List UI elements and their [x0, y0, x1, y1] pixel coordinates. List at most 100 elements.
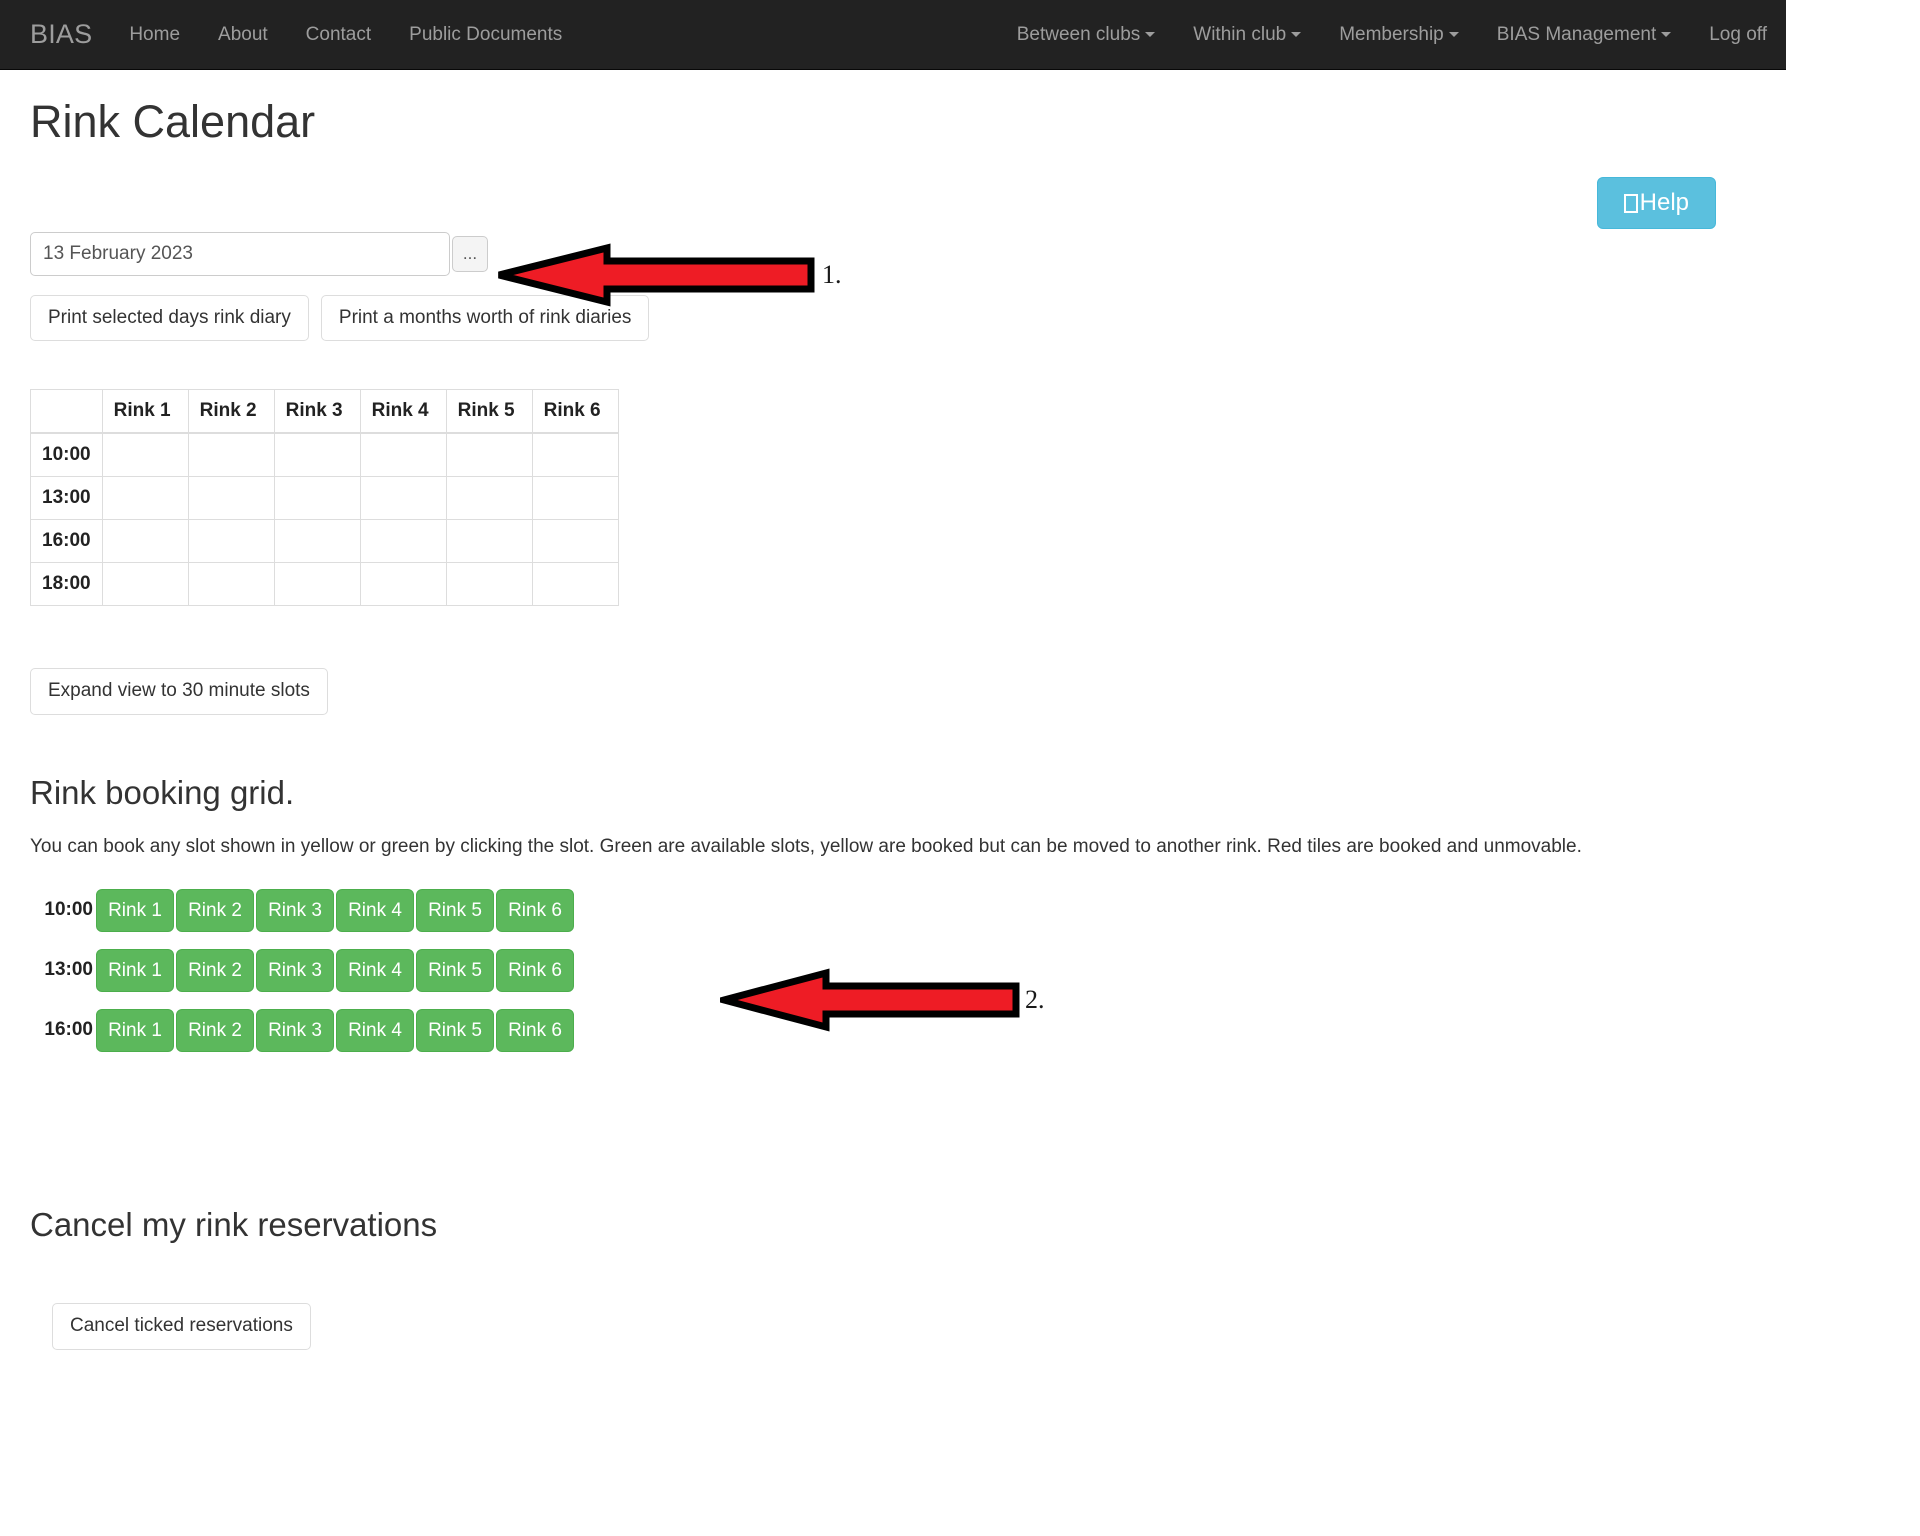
- booking-grid-time-16-00: 16:00: [44, 1019, 93, 1041]
- table-cell[interactable]: [187, 519, 275, 564]
- slot-16-00-rink-5[interactable]: Rink 5: [416, 1008, 494, 1052]
- slot-10-00-rink-4[interactable]: Rink 4: [336, 888, 414, 932]
- table-row: 16:00: [30, 519, 619, 564]
- booking-grid-time-13-00: 13:00: [44, 959, 93, 981]
- table-cell[interactable]: [531, 476, 619, 521]
- table-row: 18:00: [30, 562, 619, 607]
- slot-10-00-rink-5[interactable]: Rink 5: [416, 888, 494, 932]
- table-col-header-rink-6: Rink 6: [531, 389, 619, 435]
- nav-item-public-documents[interactable]: Public Documents: [390, 0, 581, 70]
- date-picker-ellipsis-button[interactable]: ...: [452, 235, 488, 272]
- slot-16-00-rink-1[interactable]: Rink 1: [96, 1008, 174, 1052]
- nav-item-log-off[interactable]: Log off: [1690, 0, 1786, 70]
- table-cell[interactable]: [359, 519, 447, 564]
- print-selected-day-button[interactable]: Print selected days rink diary: [30, 294, 309, 342]
- print-month-button[interactable]: Print a months worth of rink diaries: [320, 294, 650, 342]
- main-content: Rink Calendar Help ... Print selected da…: [0, 70, 1786, 1351]
- slot-13-00-rink-4[interactable]: Rink 4: [336, 948, 414, 992]
- table-cell[interactable]: [445, 562, 533, 607]
- table-cell[interactable]: [445, 519, 533, 564]
- navbar-left-group: BIAS Home About Contact Public Documents: [0, 0, 581, 70]
- table-cell[interactable]: [445, 476, 533, 521]
- rink-schedule-table: Rink 1 Rink 2 Rink 3 Rink 4 Rink 5 Rink …: [30, 389, 619, 607]
- cancel-button-row: Cancel ticked reservations: [30, 1303, 1756, 1351]
- print-buttons-row: Print selected days rink diary Print a m…: [30, 294, 1756, 342]
- table-cell[interactable]: [359, 476, 447, 521]
- slot-16-00-rink-6[interactable]: Rink 6: [496, 1008, 574, 1052]
- date-picker-row: ...: [30, 231, 1756, 276]
- table-cell[interactable]: [445, 432, 533, 478]
- slot-13-00-rink-3[interactable]: Rink 3: [256, 948, 334, 992]
- top-navbar: BIAS Home About Contact Public Documents…: [0, 0, 1786, 70]
- table-col-header-rink-4: Rink 4: [359, 389, 447, 435]
- cancel-ticked-reservations-button[interactable]: Cancel ticked reservations: [52, 1303, 311, 1351]
- booking-grid-description: You can book any slot shown in yellow or…: [30, 836, 1582, 858]
- missing-glyph-icon: [1623, 193, 1638, 213]
- table-cell[interactable]: [273, 519, 361, 564]
- nav-item-public-documents-label: Public Documents: [409, 24, 563, 45]
- slot-16-00-rink-3[interactable]: Rink 3: [256, 1008, 334, 1052]
- slot-10-00-rink-2[interactable]: Rink 2: [176, 888, 254, 932]
- help-button[interactable]: Help: [1596, 176, 1716, 229]
- nav-item-within-club-label: Within club: [1193, 24, 1287, 45]
- chevron-down-icon: [1145, 32, 1156, 37]
- table-header-row: Rink 1 Rink 2 Rink 3 Rink 4 Rink 5 Rink …: [30, 389, 619, 435]
- nav-item-contact[interactable]: Contact: [287, 0, 390, 70]
- rink-schedule-table-body: 10:00 13:00 16:00 18:00: [30, 432, 619, 607]
- nav-item-home[interactable]: Home: [110, 0, 199, 70]
- expand-view-button[interactable]: Expand view to 30 minute slots: [30, 668, 328, 716]
- slot-10-00-rink-6[interactable]: Rink 6: [496, 888, 574, 932]
- table-row-time-18-00: 18:00: [30, 562, 103, 607]
- table-cell[interactable]: [187, 432, 275, 478]
- table-row-time-16-00: 16:00: [30, 519, 103, 564]
- table-col-header-rink-1: Rink 1: [101, 389, 189, 435]
- table-cell[interactable]: [273, 476, 361, 521]
- slot-16-00-rink-2[interactable]: Rink 2: [176, 1008, 254, 1052]
- expand-view-row: Expand view to 30 minute slots: [30, 668, 1756, 716]
- booking-grid-time-10-00: 10:00: [44, 899, 93, 921]
- slot-13-00-rink-1[interactable]: Rink 1: [96, 948, 174, 992]
- table-cell[interactable]: [359, 562, 447, 607]
- booking-grid-row-13-00: 13:00 Rink 1 Rink 2 Rink 3 Rink 4 Rink 5…: [30, 948, 1756, 992]
- booking-grid-title: Rink booking grid.: [30, 774, 295, 812]
- slot-13-00-rink-2[interactable]: Rink 2: [176, 948, 254, 992]
- slot-13-00-rink-5[interactable]: Rink 5: [416, 948, 494, 992]
- table-col-header-rink-2: Rink 2: [187, 389, 275, 435]
- nav-item-about[interactable]: About: [199, 0, 287, 70]
- table-cell[interactable]: [531, 519, 619, 564]
- brand-logo[interactable]: BIAS: [0, 21, 110, 48]
- rink-schedule-table-head: Rink 1 Rink 2 Rink 3 Rink 4 Rink 5 Rink …: [30, 389, 619, 435]
- table-cell[interactable]: [187, 562, 275, 607]
- table-cell[interactable]: [531, 432, 619, 478]
- table-cell[interactable]: [101, 476, 189, 521]
- table-cell[interactable]: [273, 562, 361, 607]
- nav-item-bias-management[interactable]: BIAS Management: [1478, 0, 1690, 70]
- table-cell[interactable]: [531, 562, 619, 607]
- table-corner-header: [30, 389, 103, 435]
- nav-item-membership[interactable]: Membership: [1320, 0, 1478, 70]
- nav-item-about-label: About: [218, 24, 268, 45]
- table-cell[interactable]: [273, 432, 361, 478]
- slot-13-00-rink-6[interactable]: Rink 6: [496, 948, 574, 992]
- table-cell[interactable]: [359, 432, 447, 478]
- date-input[interactable]: [30, 231, 450, 276]
- cancel-reservations-section: Cancel my rink reservations Cancel ticke…: [30, 1206, 1756, 1351]
- page-title: Rink Calendar: [30, 96, 316, 147]
- nav-item-bias-management-label: BIAS Management: [1496, 24, 1657, 45]
- nav-item-between-clubs-label: Between clubs: [1016, 24, 1141, 45]
- chevron-down-icon: [1661, 32, 1672, 37]
- nav-item-within-club[interactable]: Within club: [1174, 0, 1320, 70]
- nav-item-log-off-label: Log off: [1709, 24, 1767, 45]
- nav-item-contact-label: Contact: [305, 24, 372, 45]
- nav-item-between-clubs[interactable]: Between clubs: [998, 0, 1175, 70]
- table-row: 13:00: [30, 476, 619, 521]
- table-cell[interactable]: [187, 476, 275, 521]
- table-cell[interactable]: [101, 562, 189, 607]
- slot-16-00-rink-4[interactable]: Rink 4: [336, 1008, 414, 1052]
- slot-10-00-rink-3[interactable]: Rink 3: [256, 888, 334, 932]
- table-col-header-rink-3: Rink 3: [273, 389, 361, 435]
- slot-10-00-rink-1[interactable]: Rink 1: [96, 888, 174, 932]
- table-cell[interactable]: [101, 432, 189, 478]
- table-col-header-rink-5: Rink 5: [445, 389, 533, 435]
- table-cell[interactable]: [101, 519, 189, 564]
